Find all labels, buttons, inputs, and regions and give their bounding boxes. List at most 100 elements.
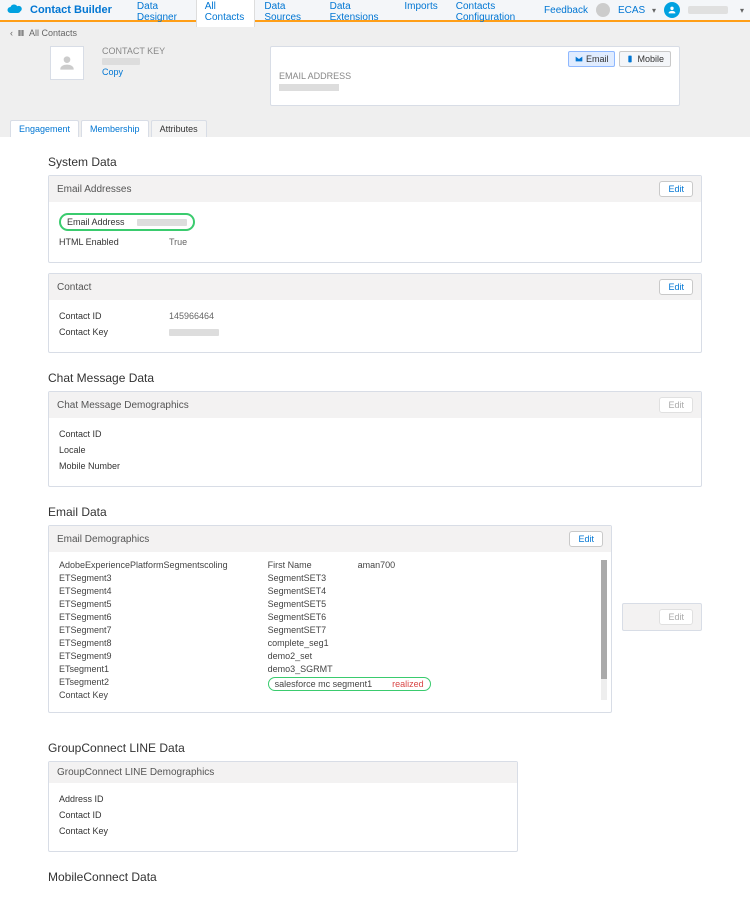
demo-right-9-lbl: salesforce mc segment1 — [275, 679, 373, 689]
demo-right-6: complete_seg1 — [268, 638, 431, 648]
channel-mobile-button[interactable]: Mobile — [619, 51, 671, 67]
book-icon — [17, 29, 25, 37]
contact-heading: Contact — [57, 282, 91, 293]
feedback-avatar-icon — [596, 3, 610, 17]
demo-right-3: SegmentSET5 — [268, 599, 431, 609]
contact-key-value-redacted — [102, 58, 140, 65]
edit-chat-demo-button[interactable]: Edit — [659, 397, 693, 413]
demo-right-0: First Nameaman700 — [268, 560, 431, 570]
channel-email-button[interactable]: Email — [568, 51, 616, 67]
demo-right-4: SegmentSET6 — [268, 612, 431, 622]
row-gc-addr: Address ID — [59, 791, 507, 807]
edit-contact-button[interactable]: Edit — [659, 279, 693, 295]
user-menu-chevron-icon[interactable]: ▾ — [740, 6, 744, 15]
demo-left-8: ETsegment1 — [59, 664, 228, 674]
demo-left-6: ETSegment8 — [59, 638, 228, 648]
demo-left-3: ETSegment5 — [59, 599, 228, 609]
tab-imports[interactable]: Imports — [395, 0, 446, 27]
tab-all-contacts[interactable]: All Contacts — [196, 0, 256, 27]
nav-right: Feedback ECAS ▾ ▾ — [544, 2, 744, 18]
breadcrumb: ‹ All Contacts — [10, 26, 740, 42]
demo-left-2: ETSegment4 — [59, 586, 228, 596]
side-edit-column: Edit — [622, 525, 702, 631]
edit-email-addresses-button[interactable]: Edit — [659, 181, 693, 197]
panel-body-email-demo: AdobeExperiencePlatformSegmentscoling ET… — [49, 552, 611, 712]
salesforce-cloud-icon — [6, 4, 24, 16]
demo-right-1: SegmentSET3 — [268, 573, 431, 583]
back-icon[interactable]: ‹ — [10, 28, 13, 38]
scrollbar-thumb[interactable] — [601, 560, 607, 679]
contact-id-val: 145966464 — [169, 311, 214, 321]
demo-left-1: ETSegment3 — [59, 573, 228, 583]
tab-contacts-config[interactable]: Contacts Configuration — [447, 0, 544, 27]
section-groupconnect-title: GroupConnect LINE Data — [48, 741, 702, 755]
panel-head-email-demo: Email Demographics Edit — [49, 526, 611, 552]
section-email-title: Email Data — [48, 505, 702, 519]
panel-body-groupconnect-demo: Address ID Contact ID Contact Key — [49, 783, 517, 851]
row-gc-cid: Contact ID — [59, 807, 507, 823]
row-chat-mobile: Mobile Number — [59, 458, 691, 474]
tab-data-extensions[interactable]: Data Extensions — [321, 0, 396, 27]
contact-key-label: CONTACT KEY — [102, 46, 165, 56]
user-avatar-icon[interactable] — [664, 2, 680, 18]
subtab-engagement[interactable]: Engagement — [10, 120, 79, 137]
panel-head-contact: Contact Edit — [49, 274, 701, 300]
person-icon — [57, 53, 77, 73]
subtab-membership[interactable]: Membership — [81, 120, 149, 137]
gc-addr-lbl: Address ID — [59, 794, 169, 804]
edit-email-demo-button[interactable]: Edit — [569, 531, 603, 547]
panel-head-email-addresses: Email Addresses Edit — [49, 176, 701, 202]
profile-avatar — [50, 46, 84, 80]
chat-locale-lbl: Locale — [59, 445, 169, 455]
contact-key-redacted — [169, 329, 219, 336]
demo-col-right: First Nameaman700 SegmentSET3 SegmentSET… — [268, 560, 431, 700]
email-demo-heading: Email Demographics — [57, 534, 149, 545]
demo-left-5: ETSegment7 — [59, 625, 228, 635]
panel-body-email-addresses: Email Address HTML Enabled True — [49, 202, 701, 262]
demo-left-9: ETsegment2 — [59, 677, 228, 687]
demo-right-0-lbl: First Name — [268, 560, 358, 570]
contact-key-block: CONTACT KEY Copy — [102, 46, 165, 77]
chat-contact-id-lbl: Contact ID — [59, 429, 169, 439]
email-address-lbl: Email Address — [67, 217, 137, 227]
panel-email-addresses: Email Addresses Edit Email Address HTML … — [48, 175, 702, 263]
groupconnect-demo-heading: GroupConnect LINE Demographics — [57, 767, 214, 778]
demo-left-7: ETSegment9 — [59, 651, 228, 661]
row-contact-id: Contact ID 145966464 — [59, 308, 691, 324]
user-name-redacted — [688, 6, 728, 14]
scrollbar-track[interactable] — [601, 560, 607, 700]
extra-edit-button[interactable]: Edit — [659, 609, 693, 625]
envelope-icon — [575, 55, 583, 63]
org-label: ECAS — [618, 5, 645, 16]
channel-buttons: Email Mobile — [279, 51, 671, 67]
tab-data-sources[interactable]: Data Sources — [255, 0, 320, 27]
demo-left-10: Contact Key — [59, 690, 228, 700]
app-title: Contact Builder — [30, 4, 112, 16]
section-chat-title: Chat Message Data — [48, 371, 702, 385]
email-address-value-redacted — [279, 84, 339, 91]
demo-col-left: AdobeExperiencePlatformSegmentscoling ET… — [59, 560, 228, 700]
org-switcher[interactable]: ECAS ▾ — [618, 5, 656, 16]
contact-header: ‹ All Contacts CONTACT KEY Copy Email Mo… — [0, 22, 750, 137]
extra-edit-panel: Edit — [622, 603, 702, 631]
row-html-enabled: HTML Enabled True — [59, 234, 691, 250]
panel-head-groupconnect-demo: GroupConnect LINE Demographics — [49, 762, 517, 783]
tab-data-designer[interactable]: Data Designer — [128, 0, 196, 27]
breadcrumb-label[interactable]: All Contacts — [29, 28, 77, 38]
channel-email-label: Email — [586, 54, 609, 64]
panel-body-chat-demo: Contact ID Locale Mobile Number — [49, 418, 701, 486]
subtabs: Engagement Membership Attributes — [10, 120, 740, 137]
subtab-attributes[interactable]: Attributes — [151, 120, 207, 137]
demo-right-2: SegmentSET4 — [268, 586, 431, 596]
gc-cid-lbl: Contact ID — [59, 810, 169, 820]
demo-right-5: SegmentSET7 — [268, 625, 431, 635]
panel-email-demo: Email Demographics Edit AdobeExperienceP… — [48, 525, 612, 713]
demo-right-9-highlight: salesforce mc segment1 realized — [268, 677, 431, 691]
html-enabled-lbl: HTML Enabled — [59, 237, 169, 247]
content: System Data Email Addresses Edit Email A… — [0, 137, 750, 910]
chevron-down-icon: ▾ — [652, 6, 656, 15]
feedback-link[interactable]: Feedback — [544, 5, 588, 16]
row-chat-contact-id: Contact ID — [59, 426, 691, 442]
email-address-label: EMAIL ADDRESS — [279, 71, 671, 81]
copy-link[interactable]: Copy — [102, 67, 165, 77]
